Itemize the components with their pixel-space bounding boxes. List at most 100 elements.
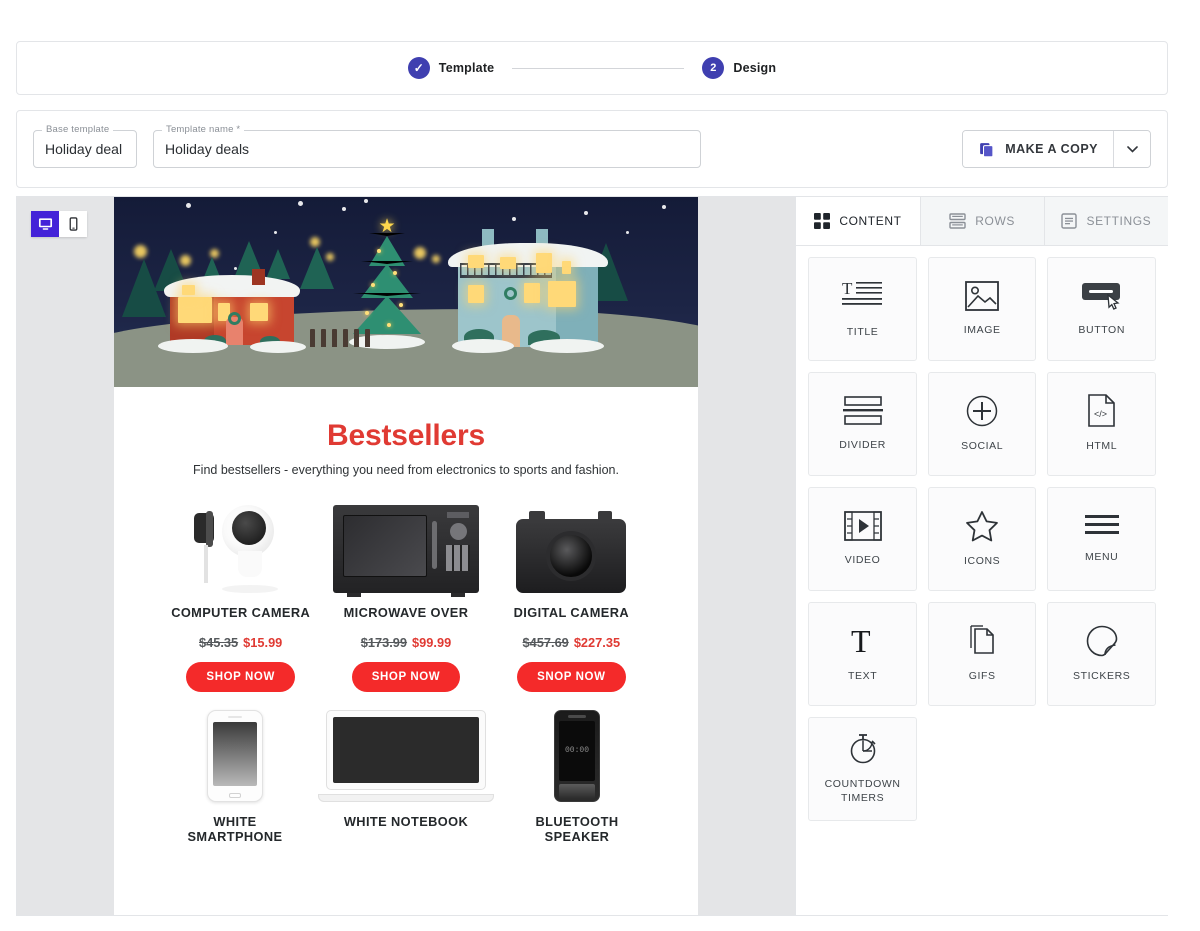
tile-button[interactable]: BUTTON <box>1047 257 1156 361</box>
base-template-field[interactable]: Base template Holiday deal <box>33 124 137 168</box>
fence <box>310 329 374 347</box>
tab-settings[interactable]: SETTINGS <box>1044 197 1168 245</box>
text-icon: T <box>848 625 878 657</box>
mobile-view-button[interactable] <box>59 211 87 237</box>
product-card-digital-camera[interactable]: DIGITAL CAMERA $457.69 $227.35 SNOP NOW <box>489 493 654 692</box>
desktop-view-button[interactable] <box>31 211 59 237</box>
tile-label: COUNTDOWN TIMERS <box>824 778 901 804</box>
device-preview-toggle <box>31 211 87 237</box>
tile-label: ICONS <box>964 554 1001 567</box>
hero-image[interactable]: ★ <box>114 197 698 387</box>
step-template[interactable]: ✓ Template <box>407 57 495 79</box>
editor-area: ★ Bestsellers Find bestsellers - everyth… <box>16 196 1168 916</box>
product-image-camera <box>495 493 648 593</box>
product-card-computer-camera[interactable]: COMPUTER CAMERA $45.35 $15.99 SHOP NOW <box>158 493 323 692</box>
tile-label: TITLE <box>846 325 879 338</box>
tile-icons[interactable]: ICONS <box>927 487 1037 591</box>
product-name: MICROWAVE OVER <box>343 605 469 620</box>
sticker-icon <box>1086 625 1118 657</box>
step-design[interactable]: 2 Design <box>702 57 776 79</box>
product-old-price: $45.35 <box>199 634 239 650</box>
tile-divider[interactable]: DIVIDER <box>808 372 917 476</box>
shop-now-button[interactable]: SHOP NOW <box>351 661 461 692</box>
tile-image[interactable]: IMAGE <box>927 257 1037 361</box>
product-row-1: COMPUTER CAMERA $45.35 $15.99 SHOP NOW M… <box>158 493 654 692</box>
button-icon <box>1081 281 1123 311</box>
template-name-label: Template name * <box>162 124 245 135</box>
tile-menu[interactable]: MENU <box>1047 487 1156 591</box>
make-a-copy-label: MAKE A COPY <box>1005 142 1098 156</box>
tile-countdown-timers[interactable]: COUNTDOWN TIMERS <box>808 717 917 821</box>
tile-html[interactable]: </> HTML <box>1047 372 1156 476</box>
tile-label: HTML <box>1086 440 1118 453</box>
tile-label: TEXT <box>847 669 878 682</box>
phone-icon <box>67 217 80 231</box>
divider-icon <box>842 396 883 426</box>
tile-label: SOCIAL <box>961 439 1004 452</box>
video-icon <box>843 511 882 541</box>
product-new-price: $227.35 <box>573 634 621 650</box>
product-price: $45.35 $15.99 <box>164 635 317 650</box>
star-icon <box>965 510 999 542</box>
tab-content[interactable]: CONTENT <box>796 197 921 245</box>
email-body: Bestsellers Find bestsellers - everythin… <box>114 387 698 855</box>
tile-label: DIVIDER <box>839 438 886 451</box>
tab-rows-label: ROWS <box>975 214 1016 228</box>
tab-rows[interactable]: ROWS <box>920 197 1045 245</box>
product-card-microwave[interactable]: MICROWAVE OVER $173.99 $99.99 SHOP NOW <box>323 493 488 692</box>
html-icon: </> <box>1088 394 1116 428</box>
tile-video[interactable]: VIDEO <box>808 487 917 591</box>
menu-icon <box>1084 514 1119 538</box>
tile-stickers[interactable]: STICKERS <box>1047 602 1156 706</box>
copy-icon <box>978 141 995 158</box>
shop-now-button[interactable]: SNOP NOW <box>517 661 626 692</box>
social-icon <box>966 395 998 427</box>
template-name-field[interactable]: Template name * Holiday deals <box>153 124 701 168</box>
svg-text:</>: </> <box>1094 409 1107 419</box>
tile-gifs[interactable]: GIFS <box>927 602 1037 706</box>
gifs-icon <box>967 625 997 657</box>
app-root: ✓ Template 2 Design Base template Holida… <box>0 0 1200 931</box>
product-card-white-smartphone[interactable]: WHITE SMARTPHONE <box>158 709 312 845</box>
product-image-black-phone: 00:00 <box>506 709 648 802</box>
product-old-price: $173.99 <box>360 634 408 650</box>
stopwatch-icon <box>848 733 878 765</box>
tile-social[interactable]: SOCIAL <box>927 372 1037 476</box>
product-image-webcam <box>164 493 317 593</box>
email-canvas: ★ Bestsellers Find bestsellers - everyth… <box>17 197 796 915</box>
email-subtitle[interactable]: Find bestsellers - everything you need f… <box>158 463 654 477</box>
product-price: $457.69 $227.35 <box>495 635 648 650</box>
step-design-label: Design <box>733 61 777 75</box>
base-template-label: Base template <box>42 124 114 135</box>
email-title[interactable]: Bestsellers <box>158 419 654 453</box>
tile-label: GIFS <box>968 669 996 682</box>
svg-text:T: T <box>851 625 871 657</box>
chevron-down-icon <box>1126 145 1138 153</box>
tile-label: MENU <box>1085 550 1119 563</box>
product-image-microwave <box>329 493 482 597</box>
shop-now-button[interactable]: SHOP NOW <box>186 661 295 692</box>
christmas-tree: ★ <box>339 216 435 349</box>
stepper-connector <box>512 67 685 69</box>
make-a-copy-dropdown[interactable] <box>1113 131 1150 167</box>
stepper-track: ✓ Template 2 Design <box>407 57 776 79</box>
device-screen-time: 00:00 <box>564 746 589 756</box>
image-icon <box>965 281 1000 311</box>
tile-title[interactable]: T TITLE <box>808 257 917 361</box>
content-tile-grid: T TITLE IMAGE BUTTON DIVIDER SOCIAL </> … <box>796 246 1168 832</box>
tab-content-label: CONTENT <box>839 214 902 228</box>
tile-text[interactable]: T TEXT <box>808 602 917 706</box>
sidebar-panel: CONTENT ROWS SETTINGS T TITLE IMAGE BUTT… <box>795 197 1168 915</box>
red-house <box>158 269 306 353</box>
product-name: WHITE SMARTPHONE <box>187 813 283 845</box>
rows-icon <box>949 213 966 229</box>
product-name: BLUETOOTH SPEAKER <box>535 813 619 845</box>
tile-label: VIDEO <box>844 553 881 566</box>
product-card-bluetooth-speaker[interactable]: 00:00 BLUETOOTH SPEAKER <box>500 709 654 845</box>
email-preview[interactable]: ★ Bestsellers Find bestsellers - everyth… <box>114 197 698 915</box>
product-old-price: $457.69 <box>522 634 569 650</box>
make-a-copy-button[interactable]: MAKE A COPY <box>963 131 1113 167</box>
step-template-label: Template <box>438 61 495 75</box>
settings-icon <box>1061 213 1078 229</box>
product-card-white-notebook[interactable]: WHITE NOTEBOOK <box>312 709 500 845</box>
